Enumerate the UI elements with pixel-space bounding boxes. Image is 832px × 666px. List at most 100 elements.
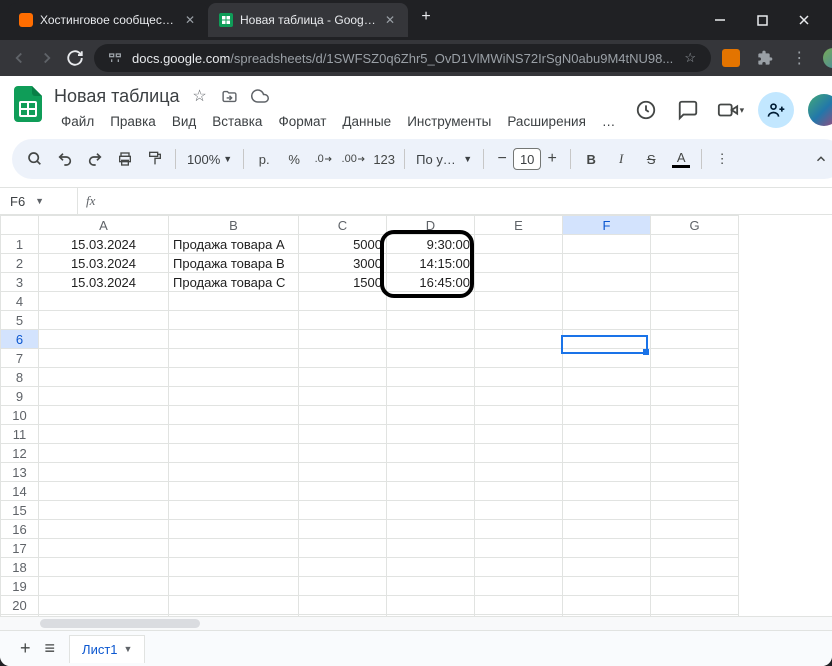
cell-D20[interactable] bbox=[387, 596, 475, 615]
site-settings-icon[interactable] bbox=[106, 49, 124, 67]
row-header-21[interactable]: 21 bbox=[1, 615, 39, 617]
row-header-7[interactable]: 7 bbox=[1, 349, 39, 368]
cell-E12[interactable] bbox=[475, 444, 563, 463]
cell-A20[interactable] bbox=[39, 596, 169, 615]
cell-B3[interactable]: Продажа товара C bbox=[169, 273, 299, 292]
cell-A19[interactable] bbox=[39, 577, 169, 596]
cell-G19[interactable] bbox=[651, 577, 739, 596]
cell-B7[interactable] bbox=[169, 349, 299, 368]
cell-C21[interactable] bbox=[299, 615, 387, 617]
row-header-4[interactable]: 4 bbox=[1, 292, 39, 311]
cell-A18[interactable] bbox=[39, 558, 169, 577]
redo-icon[interactable] bbox=[82, 145, 108, 173]
cell-D18[interactable] bbox=[387, 558, 475, 577]
cell-E2[interactable] bbox=[475, 254, 563, 273]
row-header-19[interactable]: 19 bbox=[1, 577, 39, 596]
cell-B2[interactable]: Продажа товара B bbox=[169, 254, 299, 273]
cell-C14[interactable] bbox=[299, 482, 387, 501]
star-icon[interactable]: ☆ bbox=[190, 86, 210, 106]
cell-G18[interactable] bbox=[651, 558, 739, 577]
cell-C1[interactable]: 5000 bbox=[299, 235, 387, 254]
name-box[interactable]: F6▼ bbox=[0, 188, 78, 214]
row-header-2[interactable]: 2 bbox=[1, 254, 39, 273]
move-icon[interactable] bbox=[220, 86, 240, 106]
row-header-3[interactable]: 3 bbox=[1, 273, 39, 292]
cell-D12[interactable] bbox=[387, 444, 475, 463]
cell-B15[interactable] bbox=[169, 501, 299, 520]
cell-G3[interactable] bbox=[651, 273, 739, 292]
meet-icon[interactable]: ▾ bbox=[716, 96, 744, 124]
cell-E14[interactable] bbox=[475, 482, 563, 501]
extension-icon[interactable] bbox=[721, 48, 741, 68]
cell-D9[interactable] bbox=[387, 387, 475, 406]
cell-A7[interactable] bbox=[39, 349, 169, 368]
cell-F19[interactable] bbox=[563, 577, 651, 596]
cell-E1[interactable] bbox=[475, 235, 563, 254]
cell-E7[interactable] bbox=[475, 349, 563, 368]
cell-G2[interactable] bbox=[651, 254, 739, 273]
cell-B21[interactable] bbox=[169, 615, 299, 617]
profile-avatar[interactable] bbox=[823, 48, 832, 68]
cell-B16[interactable] bbox=[169, 520, 299, 539]
spreadsheet-grid[interactable]: ABCDEFG115.03.2024Продажа товара A50009:… bbox=[0, 215, 739, 616]
cell-G10[interactable] bbox=[651, 406, 739, 425]
bookmark-icon[interactable]: ☆ bbox=[681, 49, 699, 67]
cell-B14[interactable] bbox=[169, 482, 299, 501]
zoom-select[interactable]: 100%▼ bbox=[183, 152, 236, 167]
decrease-fontsize-button[interactable]: − bbox=[491, 148, 513, 170]
cell-F10[interactable] bbox=[563, 406, 651, 425]
cell-B9[interactable] bbox=[169, 387, 299, 406]
cell-D2[interactable]: 14:15:00 bbox=[387, 254, 475, 273]
cell-C19[interactable] bbox=[299, 577, 387, 596]
cell-B5[interactable] bbox=[169, 311, 299, 330]
cell-B18[interactable] bbox=[169, 558, 299, 577]
cell-D11[interactable] bbox=[387, 425, 475, 444]
cell-A2[interactable]: 15.03.2024 bbox=[39, 254, 169, 273]
cell-A13[interactable] bbox=[39, 463, 169, 482]
cell-B1[interactable]: Продажа товара A bbox=[169, 235, 299, 254]
cell-E11[interactable] bbox=[475, 425, 563, 444]
cell-B11[interactable] bbox=[169, 425, 299, 444]
toolbar-more-button[interactable]: ⋮ bbox=[709, 145, 735, 173]
cell-G13[interactable] bbox=[651, 463, 739, 482]
cell-E21[interactable] bbox=[475, 615, 563, 617]
history-icon[interactable] bbox=[632, 96, 660, 124]
cell-A17[interactable] bbox=[39, 539, 169, 558]
cell-B10[interactable] bbox=[169, 406, 299, 425]
close-window-button[interactable] bbox=[792, 8, 816, 32]
cell-F12[interactable] bbox=[563, 444, 651, 463]
share-button[interactable] bbox=[758, 92, 794, 128]
menu-data[interactable]: Данные bbox=[335, 110, 398, 133]
cell-F7[interactable] bbox=[563, 349, 651, 368]
menu-format[interactable]: Формат bbox=[271, 110, 333, 133]
cell-C17[interactable] bbox=[299, 539, 387, 558]
browser-tab-0[interactable]: Хостинговое сообщество «Tim ✕ bbox=[8, 3, 208, 37]
cell-G21[interactable] bbox=[651, 615, 739, 617]
bold-button[interactable]: B bbox=[578, 145, 604, 173]
cell-A14[interactable] bbox=[39, 482, 169, 501]
cell-D3[interactable]: 16:45:00 bbox=[387, 273, 475, 292]
decrease-decimal-icon[interactable]: .0 bbox=[311, 145, 337, 173]
sheets-logo-icon[interactable] bbox=[12, 84, 44, 124]
cell-G14[interactable] bbox=[651, 482, 739, 501]
cell-A9[interactable] bbox=[39, 387, 169, 406]
horizontal-scrollbar[interactable] bbox=[38, 617, 832, 630]
cell-D16[interactable] bbox=[387, 520, 475, 539]
menu-view[interactable]: Вид bbox=[165, 110, 203, 133]
cell-E6[interactable] bbox=[475, 330, 563, 349]
cell-A4[interactable] bbox=[39, 292, 169, 311]
cell-D7[interactable] bbox=[387, 349, 475, 368]
cell-E18[interactable] bbox=[475, 558, 563, 577]
cell-D15[interactable] bbox=[387, 501, 475, 520]
cell-D4[interactable] bbox=[387, 292, 475, 311]
cell-D14[interactable] bbox=[387, 482, 475, 501]
cell-F21[interactable] bbox=[563, 615, 651, 617]
cell-E4[interactable] bbox=[475, 292, 563, 311]
extensions-menu-icon[interactable] bbox=[755, 48, 775, 68]
cell-E5[interactable] bbox=[475, 311, 563, 330]
maximize-button[interactable] bbox=[750, 8, 774, 32]
cell-G1[interactable] bbox=[651, 235, 739, 254]
row-header-14[interactable]: 14 bbox=[1, 482, 39, 501]
cell-C15[interactable] bbox=[299, 501, 387, 520]
cell-F8[interactable] bbox=[563, 368, 651, 387]
